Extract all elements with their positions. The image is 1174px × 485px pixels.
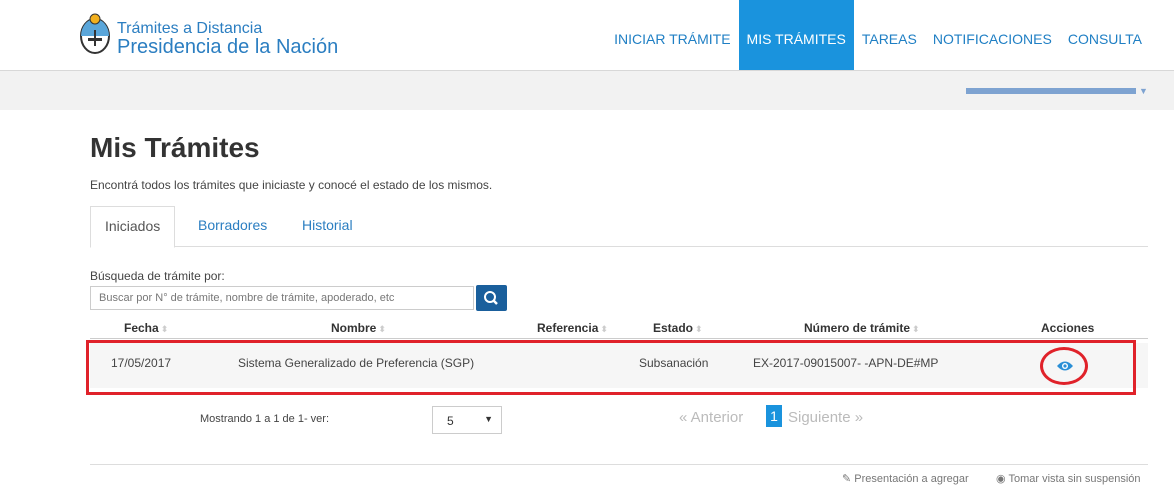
nav-iniciar-tramite[interactable]: INICIAR TRÁMITE	[606, 0, 738, 70]
col-estado[interactable]: Estado ⬍	[653, 321, 703, 335]
col-numero[interactable]: Número de trámite ⬍	[804, 321, 920, 335]
chevron-down-icon: ▼	[484, 414, 493, 424]
divider	[90, 338, 1148, 339]
eye-icon: ◉	[996, 473, 1006, 485]
page-size-value: 5	[447, 414, 454, 428]
tab-bar: Iniciados Borradores Historial	[90, 206, 1148, 248]
eye-icon[interactable]	[1056, 359, 1074, 373]
nav-consulta[interactable]: CONSULTA	[1060, 0, 1150, 70]
pager-previous[interactable]: « Anterior	[679, 409, 743, 426]
nav-mis-tramites[interactable]: MIS TRÁMITES	[738, 0, 854, 70]
edit-icon: ✎	[842, 473, 852, 485]
tab-historial[interactable]: Historial	[302, 206, 353, 244]
coat-of-arms-icon	[80, 13, 110, 54]
search-icon	[484, 291, 498, 305]
top-bar: Trámites a Distancia Presidencia de la N…	[0, 0, 1174, 71]
main-nav: INICIAR TRÁMITE MIS TRÁMITES TAREAS NOTI…	[606, 0, 1150, 70]
pager-next[interactable]: Siguiente »	[788, 409, 863, 426]
row-highlight	[86, 340, 1136, 395]
footer-link-tomar-vista[interactable]: ◉ Tomar vista sin suspensión	[996, 472, 1141, 485]
brand-subtitle: Presidencia de la Nación	[117, 36, 339, 58]
user-menu[interactable]	[966, 88, 1136, 94]
tab-iniciados[interactable]: Iniciados	[90, 206, 176, 248]
col-nombre[interactable]: Nombre ⬍	[331, 321, 386, 335]
sort-icon: ⬍	[378, 324, 386, 334]
sort-icon: ⬍	[160, 324, 169, 334]
sort-icon: ⬍	[695, 324, 703, 334]
pager-page-1[interactable]: 1	[766, 405, 782, 427]
results-count: Mostrando 1 a 1 de 1- ver:	[200, 413, 330, 425]
nav-notificaciones[interactable]: NOTIFICACIONES	[925, 0, 1060, 70]
footer-link-presentacion[interactable]: ✎ Presentación a agregar	[842, 472, 969, 485]
search-input[interactable]	[90, 286, 474, 310]
page-title: Mis Trámites	[90, 132, 260, 163]
tab-borradores[interactable]: Borradores	[198, 206, 267, 244]
page-subtitle: Encontrá todos los trámites que iniciast…	[90, 178, 493, 192]
sort-icon: ⬍	[912, 324, 920, 334]
search-label: Búsqueda de trámite por:	[90, 269, 225, 283]
search-button[interactable]	[476, 285, 507, 311]
nav-tareas[interactable]: TAREAS	[854, 0, 925, 70]
page-size-select[interactable]: 5 ▼	[432, 406, 502, 434]
chevron-down-icon[interactable]: ▼	[1139, 86, 1148, 96]
col-referencia[interactable]: Referencia ⬍	[537, 321, 608, 335]
divider	[90, 464, 1148, 465]
sort-icon: ⬍	[600, 324, 608, 334]
col-acciones: Acciones	[1041, 321, 1095, 335]
col-fecha[interactable]: Fecha ⬍	[124, 321, 168, 335]
